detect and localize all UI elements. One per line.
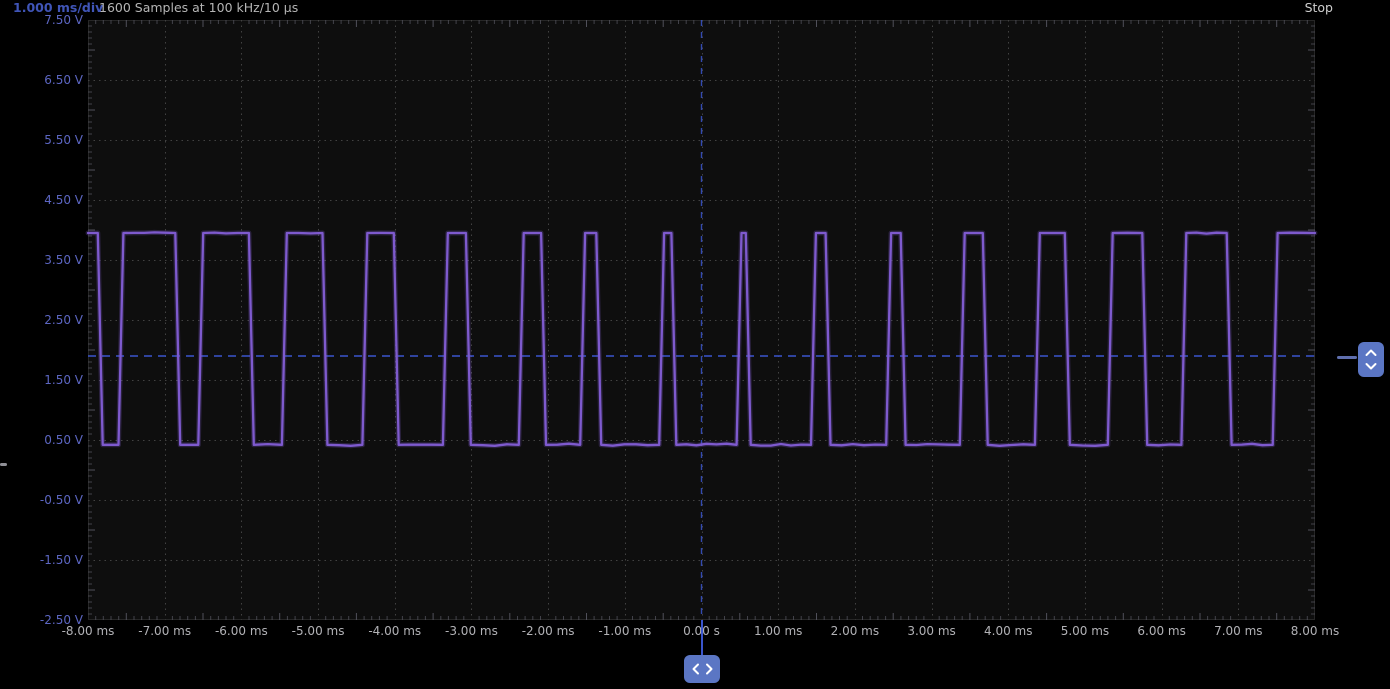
- x-axis-label: 7.00 ms: [1198, 624, 1278, 638]
- x-axis-label: -6.00 ms: [201, 624, 281, 638]
- chevron-left-icon: [691, 663, 701, 675]
- y-axis-label: 3.50 V: [13, 253, 83, 267]
- y-axis-label: 4.50 V: [13, 193, 83, 207]
- x-axis-label: -7.00 ms: [125, 624, 205, 638]
- chevron-right-icon: [704, 663, 714, 675]
- y-axis-label: 0.50 V: [13, 433, 83, 447]
- x-axis-label: 4.00 ms: [968, 624, 1048, 638]
- y-axis-label: -0.50 V: [13, 493, 83, 507]
- left-edge-marker: [0, 463, 7, 466]
- y-axis-label: 7.50 V: [13, 13, 83, 27]
- chevron-down-icon: [1364, 362, 1378, 370]
- x-axis-label: -3.00 ms: [431, 624, 511, 638]
- trigger-time-connector-line: [701, 620, 703, 656]
- x-axis-label: -2.00 ms: [508, 624, 588, 638]
- y-axis-label: -1.50 V: [13, 553, 83, 567]
- x-axis-label: 3.00 ms: [892, 624, 972, 638]
- x-axis-label: 2.00 ms: [815, 624, 895, 638]
- waveform-plot[interactable]: [0, 0, 1390, 689]
- y-axis-label: 1.50 V: [13, 373, 83, 387]
- x-axis-label: 6.00 ms: [1122, 624, 1202, 638]
- x-axis-label: -8.00 ms: [48, 624, 128, 638]
- trigger-level-button[interactable]: [1358, 342, 1384, 377]
- y-axis-label: 5.50 V: [13, 133, 83, 147]
- x-axis-label: -1.00 ms: [585, 624, 665, 638]
- y-axis-label: 6.50 V: [13, 73, 83, 87]
- oscilloscope-screen: 1.000 ms/div 1600 Samples at 100 kHz/10 …: [0, 0, 1390, 689]
- trigger-level-connector-line: [1337, 356, 1357, 359]
- x-axis-label: 5.00 ms: [1045, 624, 1125, 638]
- x-axis-label: 8.00 ms: [1275, 624, 1355, 638]
- pan-horizontal-button[interactable]: [684, 655, 720, 683]
- y-axis-label: 2.50 V: [13, 313, 83, 327]
- x-axis-label: -4.00 ms: [355, 624, 435, 638]
- x-axis-label: -5.00 ms: [278, 624, 358, 638]
- chevron-up-icon: [1364, 349, 1378, 357]
- x-axis-label: 1.00 ms: [738, 624, 818, 638]
